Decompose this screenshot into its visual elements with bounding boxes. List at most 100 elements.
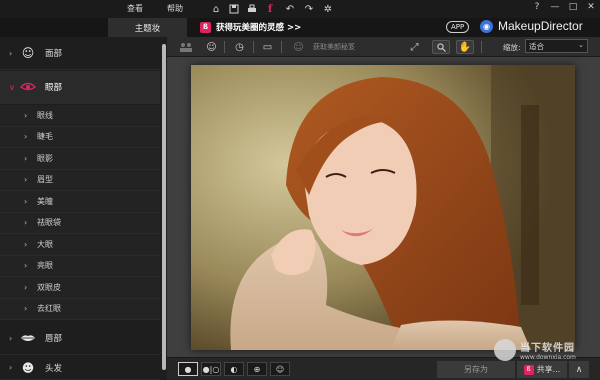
portrait-illustration bbox=[191, 65, 575, 350]
chevron-right-icon: › bbox=[24, 261, 28, 271]
zoom-select-value: 适合 bbox=[529, 41, 544, 51]
chevron-up-icon[interactable]: ∧ bbox=[569, 361, 589, 378]
sidebar-item-double-eyelid[interactable]: › 双眼皮 bbox=[0, 277, 160, 299]
get-beauty-tips-link[interactable]: 获取美颜秘笈 bbox=[313, 42, 355, 52]
lips-icon bbox=[20, 330, 36, 346]
brand-name: MakeupDirector bbox=[498, 19, 583, 33]
toolbar-divider bbox=[281, 41, 282, 53]
brand-logo-icon: ◉ bbox=[480, 20, 493, 33]
print-icon[interactable] bbox=[245, 2, 259, 16]
face-icon: ☺ bbox=[21, 46, 35, 60]
settings-icon[interactable]: ✲ bbox=[321, 2, 335, 16]
portrait-photo bbox=[191, 65, 575, 350]
zoom-select[interactable]: 适合 ⌄ bbox=[525, 39, 588, 53]
sidebar-item-label: 眉型 bbox=[37, 175, 53, 185]
save-as-button[interactable]: 另存为 bbox=[437, 361, 515, 378]
app-badge[interactable]: APP bbox=[446, 21, 470, 33]
sidebar-item-label: 美瞳 bbox=[37, 196, 53, 206]
close-button[interactable]: ✕ bbox=[582, 0, 600, 14]
history-icon[interactable]: ◷ bbox=[232, 40, 247, 54]
sidebar-item-colored-contacts[interactable]: › 美瞳 bbox=[0, 191, 160, 213]
watermark-url: www.downxia.com bbox=[520, 354, 576, 361]
watermark-logo-icon bbox=[494, 339, 516, 361]
sidebar-item-eyeliner[interactable]: › 眼线 bbox=[0, 105, 160, 127]
sidebar-item-eyeshadow[interactable]: › 眼影 bbox=[0, 148, 160, 170]
share-logo-icon: ß bbox=[523, 364, 534, 375]
compare-faces-icon[interactable] bbox=[178, 40, 193, 54]
watermark: 当下软件园 www.downxia.com bbox=[494, 339, 576, 361]
sidebar-item-red-eye-removal[interactable]: › 去红眼 bbox=[0, 298, 160, 320]
chevron-down-icon: ∨ bbox=[9, 82, 15, 92]
sidebar-section-label: 唇部 bbox=[45, 334, 63, 344]
hair-icon: ☻ bbox=[21, 360, 35, 375]
help-button[interactable]: ? bbox=[528, 0, 546, 14]
chevron-right-icon: › bbox=[9, 48, 13, 58]
toolbar-divider bbox=[481, 41, 482, 53]
chevron-down-icon: ⌄ bbox=[578, 41, 584, 49]
banner-text: 获得玩美圈的灵感 >> bbox=[216, 23, 302, 33]
chevron-right-icon: › bbox=[24, 282, 28, 292]
vertical-compare-icon[interactable]: ⊕ bbox=[247, 362, 267, 376]
sidebar-item-eye-brighten[interactable]: › 亮眼 bbox=[0, 255, 160, 277]
tab-theme-makeup[interactable]: 主题妆 bbox=[108, 18, 187, 37]
toolbar-divider bbox=[224, 41, 225, 53]
sidebar-item-label: 睫毛 bbox=[37, 132, 53, 142]
sidebar-item-eyelashes[interactable]: › 睫毛 bbox=[0, 126, 160, 148]
sidebar-item-label: 去红眼 bbox=[37, 304, 61, 314]
sidebar-section-label: 头发 bbox=[45, 363, 63, 374]
sidebar-section-lips[interactable]: › 唇部 bbox=[0, 322, 160, 355]
chevron-right-icon: › bbox=[24, 196, 28, 206]
redo-icon[interactable]: ↷ bbox=[302, 2, 316, 16]
zoom-label: 缩放: bbox=[503, 43, 521, 52]
sidebar-section-face[interactable]: › ☺ 面部 bbox=[0, 37, 160, 70]
sidebar-item-label: 大眼 bbox=[37, 239, 53, 249]
face-compare-icon[interactable]: ☺ bbox=[270, 362, 290, 376]
save-icon[interactable] bbox=[227, 2, 241, 16]
sidebar-scrollbar[interactable] bbox=[162, 44, 166, 370]
sidebar-item-label: 祛眼袋 bbox=[37, 218, 61, 228]
minimize-button[interactable]: — bbox=[546, 0, 564, 14]
sidebar-section-hair[interactable]: › ☻ 头发 bbox=[0, 356, 160, 380]
chevron-right-icon: › bbox=[9, 333, 13, 343]
sidebar-section-label: 眼部 bbox=[45, 83, 63, 93]
before-after-icon[interactable]: ●|○ bbox=[201, 362, 221, 376]
menu-view[interactable]: 查看 bbox=[127, 3, 143, 14]
menu-help[interactable]: 帮助 bbox=[167, 3, 183, 14]
chevron-right-icon: › bbox=[24, 175, 28, 185]
maximize-button[interactable]: □ bbox=[564, 0, 582, 14]
sidebar-section-label: 面部 bbox=[45, 49, 63, 59]
sidebar-item-label: 亮眼 bbox=[37, 261, 53, 271]
undo-icon[interactable]: ↶ bbox=[283, 2, 297, 16]
title-bar bbox=[0, 0, 600, 18]
sidebar-section-eyes[interactable]: ∨ 眼部 bbox=[0, 71, 160, 104]
single-view-icon[interactable]: ● bbox=[178, 362, 198, 376]
chevron-right-icon: › bbox=[9, 363, 13, 372]
chevron-right-icon: › bbox=[24, 132, 28, 142]
watermark-name: 当下软件园 bbox=[520, 343, 575, 354]
inspiration-banner[interactable]: ß 获得玩美圈的灵感 >> bbox=[200, 21, 301, 33]
sidebar-item-brow-shape[interactable]: › 眉型 bbox=[0, 169, 160, 191]
zoom-search-icon[interactable] bbox=[432, 40, 450, 54]
chevron-right-icon: › bbox=[24, 218, 28, 228]
share-label: 共享... bbox=[536, 365, 561, 374]
sidebar-item-eye-enlarger[interactable]: › 大眼 bbox=[0, 234, 160, 256]
face-detect-icon[interactable]: ☺ bbox=[204, 40, 219, 54]
hand-pan-icon[interactable]: ✋ bbox=[456, 40, 474, 54]
sidebar-item-label: 眼线 bbox=[37, 110, 53, 120]
fullscreen-icon[interactable]: ⤢ bbox=[407, 40, 422, 54]
facebook-icon[interactable]: f bbox=[263, 2, 277, 16]
home-icon[interactable]: ⌂ bbox=[209, 2, 223, 16]
split-view-icon[interactable]: ◐ bbox=[224, 362, 244, 376]
chevron-right-icon: › bbox=[24, 153, 28, 163]
chevron-right-icon: › bbox=[24, 110, 28, 120]
beauty-tips-icon[interactable]: ☺ bbox=[291, 40, 306, 54]
perfect-corp-logo-icon: ß bbox=[200, 21, 211, 33]
eye-icon bbox=[20, 79, 36, 95]
chevron-right-icon: › bbox=[24, 304, 28, 314]
toolbar-divider bbox=[253, 41, 254, 53]
sidebar-item-label: 双眼皮 bbox=[37, 282, 61, 292]
monitor-icon[interactable]: ▭ bbox=[260, 40, 275, 54]
share-button[interactable]: ß 共享... bbox=[517, 361, 567, 378]
sidebar-item-eye-bag-removal[interactable]: › 祛眼袋 bbox=[0, 212, 160, 234]
sidebar-item-label: 眼影 bbox=[37, 153, 53, 163]
